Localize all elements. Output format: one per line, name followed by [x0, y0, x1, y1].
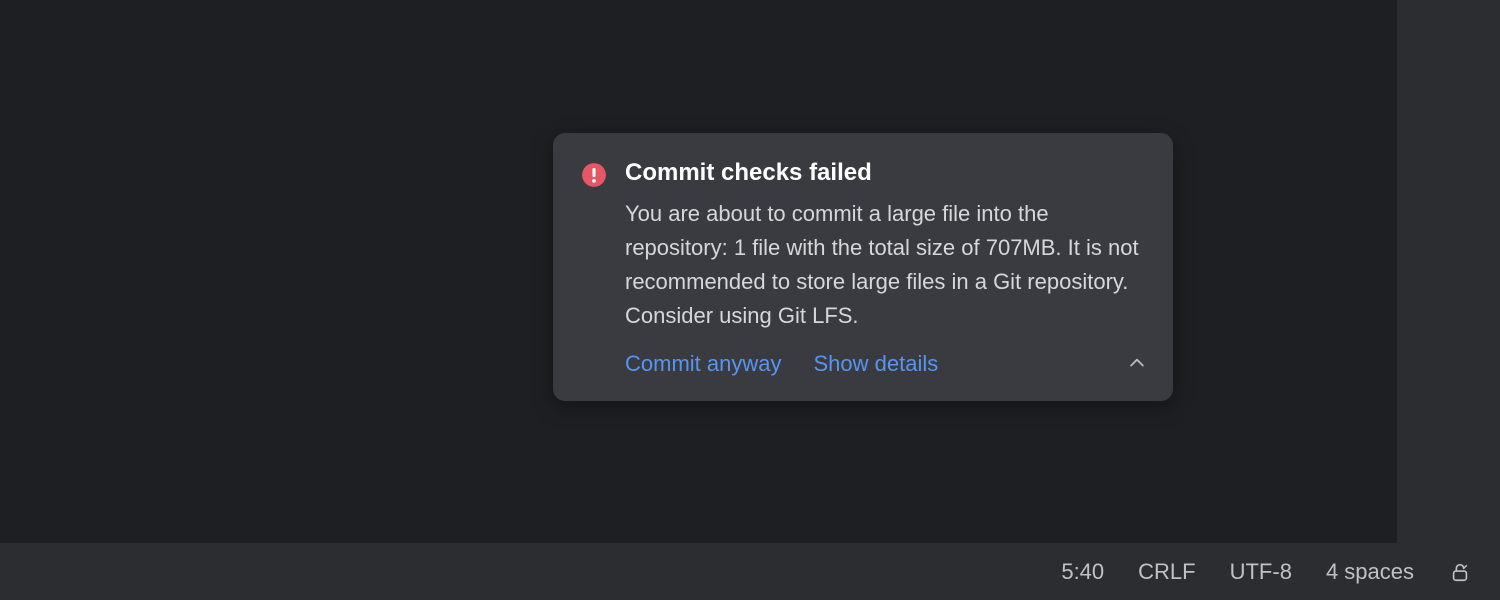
chevron-up-icon[interactable] [1127, 353, 1147, 373]
right-sidebar-gutter [1397, 0, 1500, 543]
cursor-position[interactable]: 5:40 [1061, 559, 1104, 585]
error-icon [581, 162, 607, 188]
notification-message: You are about to commit a large file int… [625, 197, 1145, 333]
show-details-link[interactable]: Show details [813, 351, 938, 377]
indent-setting[interactable]: 4 spaces [1326, 559, 1414, 585]
line-separator[interactable]: CRLF [1138, 559, 1195, 585]
commit-checks-notification: Commit checks failed You are about to co… [553, 133, 1173, 401]
notification-body: Commit checks failed You are about to co… [625, 159, 1145, 377]
file-encoding[interactable]: UTF-8 [1230, 559, 1292, 585]
status-bar: 5:40 CRLF UTF-8 4 spaces [0, 543, 1500, 600]
commit-anyway-link[interactable]: Commit anyway [625, 351, 781, 377]
notification-title: Commit checks failed [625, 159, 1145, 187]
notification-actions: Commit anyway Show details [625, 351, 1145, 377]
unlock-icon[interactable] [1448, 560, 1472, 584]
